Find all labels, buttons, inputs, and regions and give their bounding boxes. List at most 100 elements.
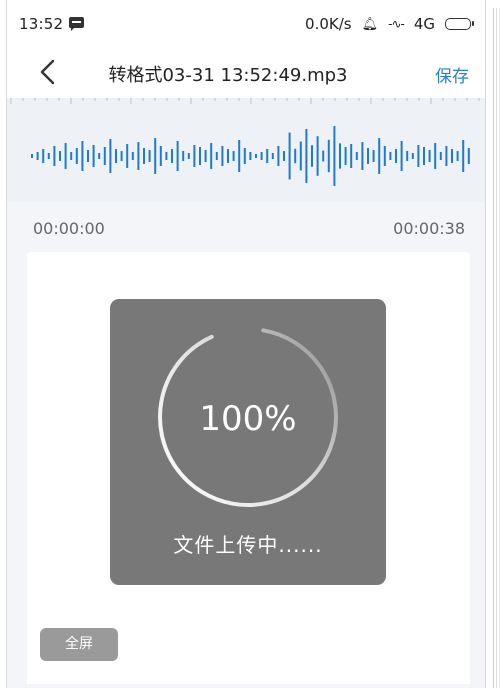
waveform-bar [327,139,330,173]
status-bar: 13:52 0.0K/s 🔔︎ -∿- 4G [7,0,485,46]
waveform-bar [126,144,129,168]
waveform-bar [372,150,375,162]
network-type: 4G [413,15,435,33]
waveform-bar [98,153,101,159]
waveform-bar [148,150,151,162]
waveform-bar [182,151,185,161]
waveform-bar [31,154,33,158]
waveform-bar [339,143,341,169]
waveform-bar [361,142,364,170]
waveform-bar [47,153,50,159]
waveform-bar [176,141,179,171]
waveform-bar [238,140,241,172]
waveform-bar [260,152,263,160]
start-time: 00:00:00 [33,219,105,238]
status-right: 0.0K/s 🔔︎ -∿- 4G [305,15,474,33]
waveform-bar [411,153,414,159]
waveform-bar [266,149,269,163]
audio-waveform[interactable] [7,110,485,202]
progress-percent: 100% [199,399,297,439]
waveform-bar [255,154,257,158]
stack-edge [493,8,494,688]
waveform-bar [53,146,56,166]
waveform-bar [109,139,112,173]
waveform-panel[interactable] [7,98,485,202]
waveform-bar [316,136,319,176]
vibrate-icon: -∿- [388,17,405,31]
waveform-bar [115,149,117,163]
waveform-bar [42,149,45,163]
waveform-bar [406,151,409,161]
waveform-bar [350,144,353,168]
waveform-bar [395,149,397,163]
waveform-bar [165,152,168,160]
message-icon [69,17,84,31]
fullscreen-button[interactable]: 全屏 [40,628,118,661]
waveform-bar [81,141,84,171]
waveform-bar [143,148,145,164]
waveform-bar [333,126,336,186]
waveform-bar [64,143,67,169]
waveform-bar [103,147,106,165]
waveform-bar [378,138,381,174]
waveform-bar [277,146,280,166]
waveform-bar [383,146,386,166]
waveform-bar [243,148,246,164]
alarm-icon: 🔔︎ [361,16,379,32]
waveform-bar [400,141,403,171]
waveform-bar [417,145,420,167]
waveform-bar [131,152,134,160]
waveform-bar [428,150,431,162]
waveform-bar [204,150,207,162]
waveform-bar [434,143,437,169]
waveform-bar [120,151,123,161]
status-time: 13:52 [19,15,64,33]
waveform-bar [249,152,252,160]
save-button[interactable]: 保存 [435,62,469,87]
upload-status-text: 文件上传中...... [173,533,323,557]
phone-screen: 13:52 0.0K/s 🔔︎ -∿- 4G 转格式03-31 13:52:49… [6,0,486,688]
waveform-bar [271,153,274,159]
waveform-bar [171,149,173,163]
waveform-bar [215,152,218,160]
time-row: 00:00:00 00:00:38 [7,202,485,252]
waveform-bar [36,152,39,160]
waveform-bar [355,152,358,160]
battery-icon [445,18,474,30]
waveform-bar [467,148,470,164]
waveform-bar [92,145,95,167]
waveform-bar [445,146,448,166]
waveform-bar [367,148,369,164]
upload-progress-dialog: 100% 文件上传中...... [110,299,386,585]
waveform-bar [59,151,61,161]
bottom-toolbar [7,684,485,688]
waveform-bar [154,138,157,174]
waveform-bar [187,153,190,159]
chevron-left-icon[interactable] [37,59,59,85]
page-title: 转格式03-31 13:52:49.mp3 [108,65,348,86]
waveform-bar [462,140,465,172]
waveform-bar [311,145,313,167]
end-time: 00:00:38 [393,219,465,238]
time-ruler [10,98,480,104]
waveform-bar [221,146,224,166]
waveform-bar [137,142,140,170]
waveform-bar [451,149,453,163]
waveform-bar [227,149,229,163]
waveform-bar [283,151,285,161]
waveform-bar [305,129,308,183]
waveform-bar [299,141,302,171]
waveform-bar [288,132,291,180]
app-header: 转格式03-31 13:52:49.mp3 保存 [7,46,485,98]
waveform-bar [70,152,73,160]
waveform-bar [232,151,235,161]
waveform-bar [389,152,392,160]
waveform-bar [87,150,89,162]
waveform-bar [159,146,162,166]
waveform-bar [294,148,297,164]
stack-edge [496,8,497,688]
waveform-bar [423,147,425,165]
waveform-bar [322,150,325,162]
waveform-bar [344,147,347,165]
waveform-bar [193,145,196,167]
